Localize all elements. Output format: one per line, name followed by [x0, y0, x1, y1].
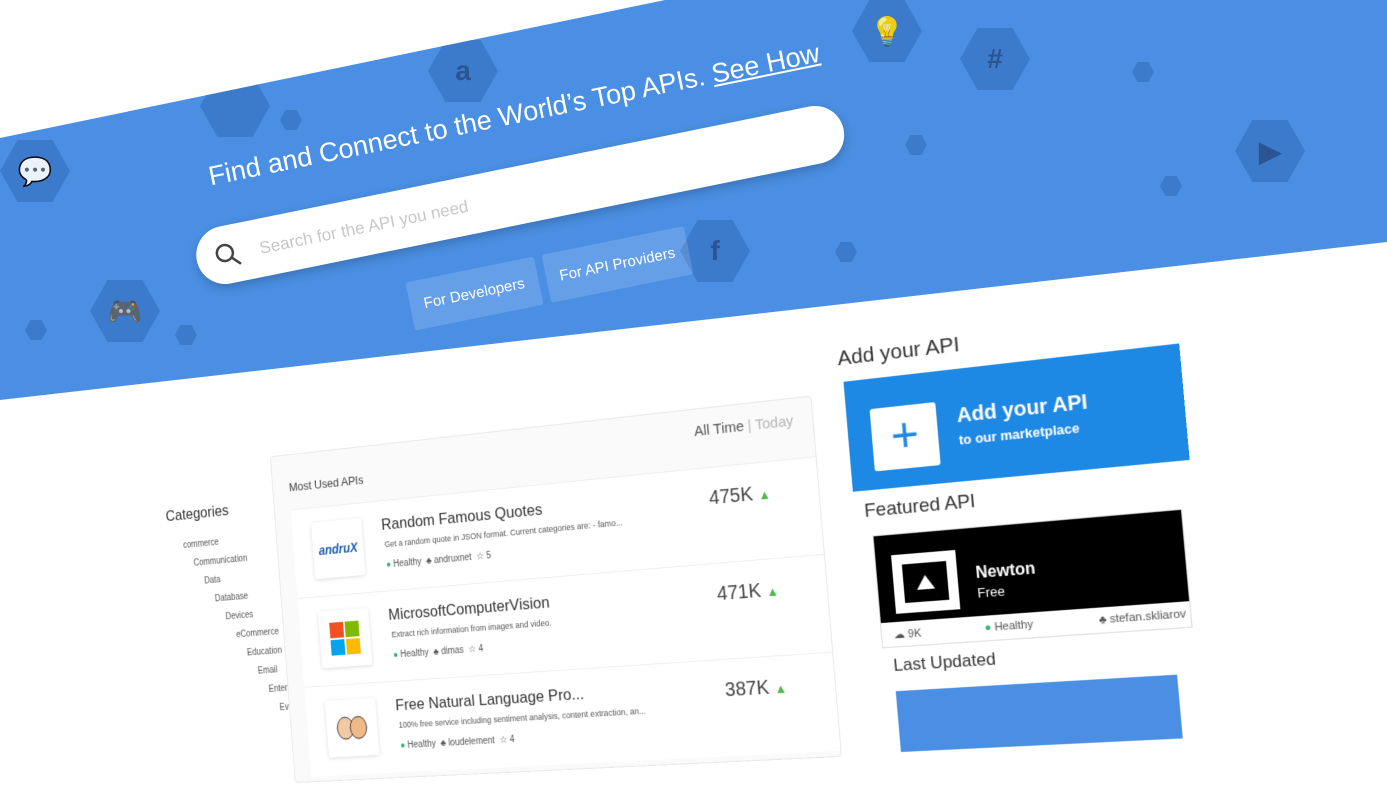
- add-api-heading: Add your API: [836, 332, 961, 371]
- andruxnet-logo: andruX: [310, 518, 366, 580]
- api-owner[interactable]: loudelement: [448, 736, 495, 749]
- featured-api-heading: Featured API: [863, 490, 977, 522]
- microsoft-logo-icon: [329, 620, 361, 656]
- api-count-value: 475K: [708, 483, 754, 510]
- time-tabs: All Time | Today: [693, 413, 793, 440]
- tab-all-time[interactable]: All Time: [693, 418, 744, 440]
- owner-icon: ♣: [437, 738, 447, 750]
- api-count: 387K ▲: [724, 676, 787, 702]
- featured-downloads: ☁ 9K: [893, 626, 922, 642]
- newton-logo-inner: [901, 560, 950, 604]
- api-status: Healthy: [400, 647, 430, 660]
- status-dot-icon: ●: [385, 559, 392, 571]
- tab-today[interactable]: Today: [754, 413, 793, 434]
- trend-up-icon: ▲: [757, 486, 772, 503]
- status-dot-icon: ●: [399, 740, 406, 752]
- triangle-icon: [915, 574, 936, 590]
- sidebar: Add your API + Add your API to our marke…: [836, 294, 1193, 752]
- plus-icon: +: [869, 402, 941, 472]
- api-meta: ● Healthy ♣ dimas ☆ 4: [393, 644, 484, 661]
- api-rating: 4: [509, 734, 515, 746]
- newton-logo: [891, 549, 961, 614]
- api-status: Healthy: [407, 738, 437, 751]
- owner-icon: ♣: [423, 555, 433, 567]
- api-owner[interactable]: andruxnet: [434, 552, 472, 566]
- featured-status: ● Healthy: [984, 619, 1034, 636]
- api-rating: 4: [478, 643, 484, 655]
- featured-owner: ♣ stefan.skliarov: [1098, 608, 1186, 628]
- featured-price: Free: [976, 583, 1006, 601]
- trend-up-icon: ▲: [765, 583, 780, 600]
- most-used-panel: Most Used APIs All Time | Today andruX Ran…: [269, 395, 843, 784]
- api-count-value: 387K: [724, 676, 771, 702]
- last-updated-heading: Last Updated: [892, 649, 997, 676]
- api-meta: ● Healthy ♣ andruxnet ☆ 5: [386, 551, 492, 571]
- chat-icon: 💬: [0, 140, 70, 202]
- tab-separator: |: [746, 417, 753, 435]
- featured-downloads-value: 9K: [907, 627, 922, 641]
- download-icon: ☁: [893, 628, 909, 642]
- status-dot-icon: ●: [392, 649, 399, 661]
- last-updated-card[interactable]: [895, 674, 1183, 752]
- featured-status-value: Healthy: [993, 618, 1034, 634]
- owner-icon: ♣: [430, 647, 440, 658]
- main-content: Categories commerce Communication Data D…: [92, 0, 1387, 784]
- api-count: 471K ▲: [716, 579, 779, 606]
- api-owner[interactable]: dimas: [441, 645, 464, 657]
- featured-banner: Newton Free: [873, 509, 1190, 624]
- star-icon: ☆: [465, 644, 477, 656]
- star-icon: ☆: [496, 734, 508, 746]
- featured-owner-value[interactable]: stefan.skliarov: [1109, 608, 1186, 626]
- panel-title: Most Used APIs: [288, 472, 364, 495]
- api-count-value: 471K: [716, 580, 762, 606]
- add-api-card[interactable]: + Add your API to our marketplace: [843, 343, 1190, 492]
- featured-api-card[interactable]: Newton Free ☁ 9K ● Healthy ♣ stefan.skli…: [872, 508, 1193, 649]
- andruxnet-logo-text: andruX: [318, 539, 359, 558]
- api-rating: 5: [485, 550, 492, 562]
- api-count: 475K ▲: [708, 482, 771, 510]
- star-icon: ☆: [473, 551, 485, 563]
- microsoft-logo: [317, 607, 373, 669]
- trend-up-icon: ▲: [773, 680, 788, 697]
- featured-name: Newton: [974, 560, 1037, 583]
- faces-logo-icon: [333, 713, 371, 743]
- hex-dot: [25, 320, 47, 340]
- api-meta: ● Healthy ♣ loudelement ☆ 4: [400, 735, 515, 751]
- api-status: Healthy: [393, 556, 422, 570]
- loudelement-logo: [324, 697, 380, 758]
